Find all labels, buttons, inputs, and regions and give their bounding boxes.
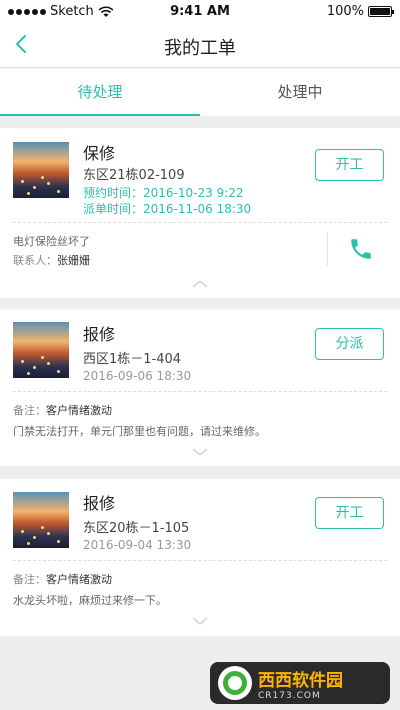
divider [13,222,387,223]
order-description: 门禁无法打开，单元门那里也有问题，请过来维修。 [13,425,266,438]
order-date: 2016-09-04 13:30 [83,538,192,552]
divider [13,560,387,561]
remark-value: 客户情绪激动 [46,404,112,417]
vertical-divider [327,232,328,266]
dispatch-button[interactable]: 分派 [315,328,384,360]
contact-line: 联系人：张姗姗 [13,252,90,268]
tab-in-progress[interactable]: 处理中 [200,69,400,116]
order-address: 西区1栋－1-404 [83,352,182,367]
collapse-chevron-icon[interactable] [192,280,208,288]
watermark-logo-icon [218,666,252,700]
order-card[interactable]: 报修 西区1栋－1-404 2016-09-06 18:30 分派 备注：客户情… [0,309,400,466]
order-address: 东区21栋02-109 [83,168,185,183]
order-card[interactable]: 报修 东区20栋－1-105 2016-09-04 13:30 开工 备注：客户… [0,479,400,636]
remark-line: 备注：客户情绪激动 [13,402,112,418]
remark-label: 备注： [13,573,46,586]
divider [13,391,387,392]
start-work-button[interactable]: 开工 [315,497,384,529]
start-work-button[interactable]: 开工 [315,149,384,181]
expand-chevron-icon[interactable] [192,617,208,625]
watermark-domain: CR173.COM [258,690,321,701]
appointment-time: 预约时间：2016-10-23 9:22 [83,186,244,200]
nav-bar: 我的工单 [0,22,400,68]
remark-line: 备注：客户情绪激动 [13,571,112,587]
order-title: 保修 [83,144,116,163]
expand-chevron-icon[interactable] [192,448,208,456]
tab-bar: 待处理 处理中 [0,69,400,116]
order-title: 报修 [83,494,116,513]
order-card[interactable]: 保修 东区21栋02-109 预约时间：2016-10-23 9:22 派单时间… [0,128,400,298]
order-thumbnail [13,492,69,548]
watermark-badge: 西西软件园 CR173.COM [210,662,390,704]
battery-icon [368,6,394,17]
order-description: 电灯保险丝坏了 [13,235,90,248]
order-thumbnail [13,322,69,378]
page-title: 我的工单 [164,38,236,59]
order-thumbnail [13,142,69,198]
order-description: 水龙头坏啦，麻烦过来修一下。 [13,594,167,607]
dispatch-time: 派单时间：2016-11-06 18:30 [83,202,252,216]
tab-pending[interactable]: 待处理 [0,69,200,116]
status-bar: Sketch 9:41 AM 100% [0,0,400,22]
order-title: 报修 [83,325,116,344]
watermark-name: 西西软件园 [258,670,343,691]
battery-info: 100% [326,4,394,19]
order-date: 2016-09-06 18:30 [83,369,192,383]
contact-name: 张姗姗 [57,254,90,267]
contact-label: 联系人： [13,254,57,267]
remark-label: 备注： [13,404,46,417]
battery-percent: 100% [326,4,364,19]
order-address: 东区20栋－1-105 [83,521,190,536]
phone-icon[interactable] [348,236,374,262]
remark-value: 客户情绪激动 [46,573,112,586]
